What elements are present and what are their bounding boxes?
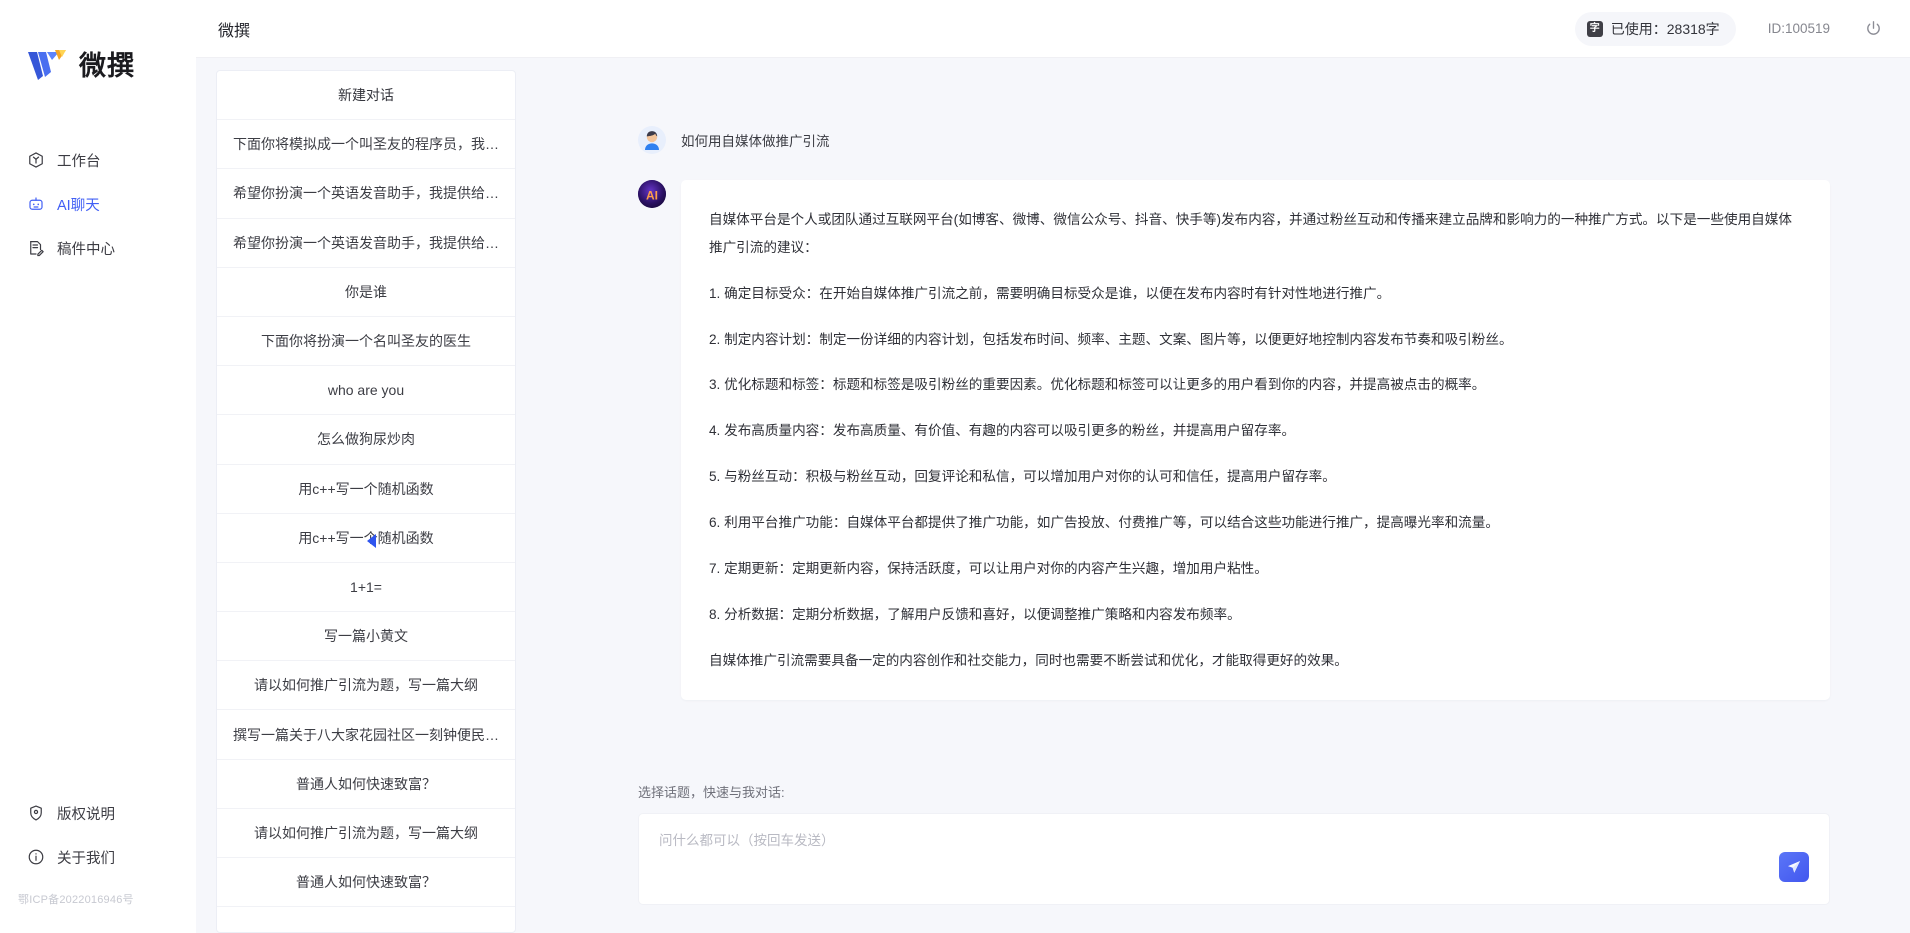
conversation-item-label: 希望你扮演一个英语发音助手，我提供给你... [233, 185, 499, 202]
message-input[interactable] [639, 814, 1829, 904]
send-button[interactable] [1779, 852, 1809, 882]
shield-icon [26, 804, 45, 823]
sidebar-item-manuscript-center[interactable]: 稿件中心 [0, 226, 196, 270]
conversation-item-label: 普通人如何快速致富？ [296, 775, 436, 792]
user-message-text: 如何用自媒体做推广引流 [681, 134, 830, 149]
conversation-item[interactable]: 希望你扮演一个英语发音助手，我提供给你... [217, 169, 515, 219]
composer: 选择话题，快速与我对话: [516, 782, 1910, 933]
sidebar-item-label: 版权说明 [57, 806, 115, 823]
composer-box [638, 813, 1830, 905]
conversation-item-label: 请以如何推广引流为题，写一篇大纲 [254, 677, 478, 694]
conversation-item[interactable]: 用c++写一个随机函数 [217, 465, 515, 514]
conversation-item[interactable]: 怎么做狗尿炒肉 [217, 415, 515, 465]
usage-pill[interactable]: 字 已使用：28318字 [1574, 11, 1736, 46]
ai-message-row: AI 自媒体平台是个人或团队通过互联网平台(如博客、微博、微信公众号、抖音、快手… [638, 180, 1830, 701]
sidebar-item-label: 关于我们 [57, 850, 115, 867]
w-logo-icon [26, 46, 70, 86]
ai-paragraph: 自媒体推广引流需要具备一定的内容创作和社交能力，同时也需要不断尝试和优化，才能取… [709, 652, 1348, 668]
icp-record-text: 鄂ICP备2022016946号 [18, 894, 134, 906]
conversation-item[interactable]: 请以如何推广引流为题，写一篇大纲 [217, 661, 515, 711]
body-row: 新建对话 下面你将模拟成一个叫圣友的程序员，我说... 希望你扮演一个英语发音助… [196, 58, 1910, 933]
conversation-item[interactable]: 普通人如何快速致富？ [217, 760, 515, 809]
collapse-panel-button[interactable] [364, 528, 380, 554]
user-message-row: 如何用自媒体做推广引流 [638, 126, 1830, 154]
sidebar-item-workbench[interactable]: 工作台 [0, 138, 196, 182]
sidebar-item-label: 工作台 [57, 153, 101, 170]
conversation-item[interactable]: 撰写一篇关于八大家花园社区一刻钟便民生... [217, 710, 515, 760]
ai-paragraph: 3. 优化标题和标签：标题和标签是吸引粉丝的重要因素。优化标题和标签可以让更多的… [709, 377, 1486, 393]
page-title: 微撰 [218, 22, 251, 40]
conversation-item-label: who are you [327, 382, 405, 399]
new-conversation-label: 新建对话 [338, 87, 394, 104]
chat-area: 如何用自媒体做推广引流 AI 自媒体平台是个人或团队通过互联网平台(如博客、微博… [516, 58, 1910, 933]
document-edit-icon [26, 239, 45, 258]
composer-label: 选择话题，快速与我对话: [638, 785, 785, 800]
main-region: 微撰 字 已使用：28318字 ID:100519 新建对话 下面你将模拟成一个… [196, 0, 1910, 933]
conversation-item-label: 请以如何推广引流为题，写一篇大纲 [254, 824, 478, 841]
conversation-item-label: 用c++写一个随机函数 [298, 480, 434, 497]
ai-paragraph: 6. 利用平台推广功能：自媒体平台都提供了推广功能，如广告投放、付费推广等，可以… [709, 515, 1499, 531]
ai-message-bubble: 自媒体平台是个人或团队通过互联网平台(如博客、微博、微信公众号、抖音、快手等)发… [681, 180, 1830, 701]
user-id: ID:100519 [1767, 21, 1830, 36]
ai-paragraph: 4. 发布高质量内容：发布高质量、有价值、有趣的内容可以吸引更多的粉丝，并提高用… [709, 423, 1296, 439]
conversation-item[interactable]: 请以如何推广引流为题，写一篇大纲 [217, 809, 515, 858]
brand: 微撰 [0, 0, 196, 92]
conversation-item-label: 怎么做狗尿炒肉 [317, 431, 415, 448]
conversation-scroll[interactable]: 新建对话 下面你将模拟成一个叫圣友的程序员，我说... 希望你扮演一个英语发音助… [217, 71, 515, 932]
ai-paragraph: 2. 制定内容计划：制定一份详细的内容计划，包括发布时间、频率、主题、文案、图片… [709, 331, 1513, 347]
sidebar-item-about-us[interactable]: 关于我们 [0, 835, 196, 879]
ai-avatar-icon: AI [638, 180, 666, 208]
conversation-item[interactable]: 你是谁 [217, 268, 515, 317]
robot-icon [26, 195, 45, 214]
sidebar-item-copyright[interactable]: 版权说明 [0, 791, 196, 835]
ai-paragraph: 7. 定期更新：定期更新内容，保持活跃度，可以让用户对你的内容产生兴趣，增加用户… [709, 560, 1268, 576]
ai-paragraph: 5. 与粉丝互动：积极与粉丝互动，回复评论和私信，可以增加用户对你的认可和信任，… [709, 469, 1336, 485]
power-icon[interactable] [1862, 18, 1884, 40]
brand-name: 微撰 [79, 50, 135, 81]
send-paper-plane-icon [1788, 861, 1800, 873]
conversation-item-label: 撰写一篇关于八大家花园社区一刻钟便民生... [233, 726, 499, 743]
conversation-item[interactable]: 下面你将模拟成一个叫圣友的程序员，我说... [217, 120, 515, 170]
conversation-item-label: 你是谁 [345, 283, 387, 300]
word-badge-icon: 字 [1586, 20, 1603, 37]
ai-paragraph: 自媒体平台是个人或团队通过互联网平台(如博客、微博、微信公众号、抖音、快手等)发… [709, 212, 1792, 255]
conversation-item-label: 1+1= [350, 578, 382, 595]
user-avatar-icon [638, 126, 666, 154]
svg-text:AI: AI [646, 189, 658, 203]
top-bar-right: 字 已使用：28318字 ID:100519 [1574, 11, 1884, 46]
conversation-item[interactable]: who are you [217, 366, 515, 416]
usage-label: 已使用：28318字 [1610, 20, 1720, 37]
conversation-item[interactable]: 普通人如何快速致富？ [217, 858, 515, 908]
conversation-list-panel: 新建对话 下面你将模拟成一个叫圣友的程序员，我说... 希望你扮演一个英语发音助… [216, 70, 516, 933]
conversation-item-label: 普通人如何快速致富？ [296, 874, 436, 891]
app-root: 微撰 工作台 AI聊天 稿件中心 版权说明 关于我们 鄂ICP备20220169… [0, 0, 1910, 933]
conversation-item[interactable]: 下面你将扮演一个名叫圣友的医生 [217, 317, 515, 367]
new-conversation-button[interactable]: 新建对话 [217, 71, 515, 121]
ai-paragraph: 1. 确定目标受众：在开始自媒体推广引流之前，需要明确目标受众是谁，以便在发布内… [709, 285, 1391, 301]
ai-paragraph: 8. 分析数据：定期分析数据，了解用户反馈和喜好，以便调整推广策略和内容发布频率… [709, 606, 1241, 622]
left-sidebar: 微撰 工作台 AI聊天 稿件中心 版权说明 关于我们 鄂ICP备20220169… [0, 0, 196, 933]
conversation-item-label: 下面你将模拟成一个叫圣友的程序员，我说... [233, 136, 499, 153]
conversation-item-label: 希望你扮演一个英语发音助手，我提供给你... [233, 234, 499, 251]
secondary-nav: 版权说明 关于我们 鄂ICP备2022016946号 [0, 791, 196, 933]
conversation-item-label: 写一篇小黄文 [324, 628, 408, 645]
sidebar-item-ai-chat[interactable]: AI聊天 [0, 182, 196, 226]
conversation-item[interactable]: 写一篇小黄文 [217, 612, 515, 662]
sidebar-item-label: 稿件中心 [57, 241, 115, 258]
conversation-item[interactable]: 希望你扮演一个英语发音助手，我提供给你... [217, 219, 515, 268]
chat-scroll[interactable]: 如何用自媒体做推广引流 AI 自媒体平台是个人或团队通过互联网平台(如博客、微博… [516, 58, 1910, 782]
sidebar-item-label: AI聊天 [57, 197, 100, 214]
chevron-left-icon [367, 534, 376, 548]
primary-nav: 工作台 AI聊天 稿件中心 [0, 138, 196, 270]
conversation-item-label: 下面你将扮演一个名叫圣友的医生 [261, 333, 471, 350]
conversation-item[interactable]: 1+1= [217, 563, 515, 613]
info-icon [26, 848, 45, 867]
workbench-icon [26, 151, 45, 170]
top-bar: 微撰 字 已使用：28318字 ID:100519 [196, 0, 1910, 58]
